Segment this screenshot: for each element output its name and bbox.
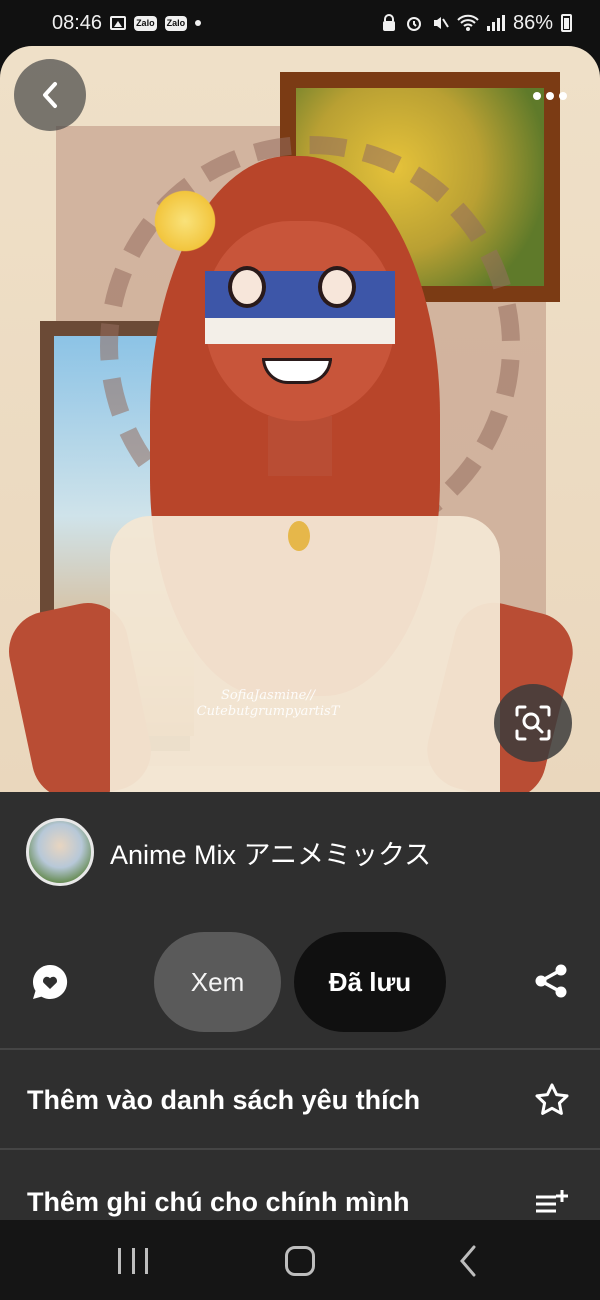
creator-name[interactable]: Anime Mix アニメミックス (110, 833, 431, 872)
creator-avatar[interactable] (26, 818, 94, 886)
artwork-eye-right (318, 266, 356, 308)
visual-search-icon (515, 705, 551, 741)
pin-image[interactable]: SofiaJasmine// CutebutgrumpyartisT (0, 46, 600, 792)
system-nav-bar (0, 1220, 600, 1300)
status-time: 08:46 (52, 11, 103, 34)
recent-bar-icon (131, 1248, 135, 1274)
add-note-label: Thêm ghi chú cho chính mình (27, 1186, 410, 1217)
chevron-left-icon (43, 82, 57, 108)
artwork-eye-left (228, 266, 266, 308)
artwork-flag-band-white (205, 318, 395, 344)
artist-watermark: SofiaJasmine// CutebutgrumpyartisT (168, 688, 368, 719)
artwork-pendant (288, 521, 310, 551)
comment-heart-icon (32, 964, 68, 999)
watermark-line-2: CutebutgrumpyartisT (196, 703, 340, 719)
battery-percent: 86% (512, 11, 553, 34)
share-button[interactable] (530, 960, 572, 1002)
more-dot-icon (533, 92, 541, 100)
more-dot-icon (559, 92, 567, 100)
zalo-notification-icon-2: Zalo (164, 15, 188, 31)
more-options-button[interactable] (518, 78, 582, 114)
action-bar: Xem Đã lưu (0, 932, 600, 1032)
mute-icon (433, 17, 449, 29)
visual-search-button[interactable] (494, 684, 572, 762)
divider (0, 1148, 600, 1150)
zalo-notification-icon: Zalo (134, 15, 157, 31)
home-button[interactable] (285, 1246, 315, 1276)
comment-button[interactable] (30, 962, 70, 1002)
favorite-list-row[interactable]: Thêm vào danh sách yêu thích (0, 1050, 600, 1150)
status-bar: 08:46 Zalo Zalo 86% (0, 0, 600, 46)
alarm-icon (406, 17, 421, 31)
star-icon (535, 1083, 569, 1115)
status-right: 86% (381, 12, 572, 35)
chevron-left-icon (460, 1245, 476, 1277)
watermark-line-1: SofiaJasmine// (220, 688, 316, 703)
back-button[interactable] (14, 59, 86, 131)
artwork-flower (150, 186, 220, 256)
lock-icon (382, 14, 395, 31)
recent-bar-icon (145, 1248, 148, 1274)
recent-bar-icon (118, 1248, 121, 1274)
more-notifications-dot-icon (195, 20, 202, 26)
more-dot-icon (546, 92, 554, 100)
pin-details-panel: Anime Mix アニメミックス Xem Đã lưu Thêm vào da… (0, 792, 600, 1220)
creator-row[interactable]: Anime Mix アニメミックス (26, 818, 431, 886)
artwork-neck (268, 416, 332, 476)
favorite-list-label: Thêm vào danh sách yêu thích (27, 1084, 421, 1115)
gallery-notification-icon (110, 16, 127, 30)
system-back-button[interactable] (456, 1244, 480, 1278)
share-icon (535, 964, 567, 998)
add-list-icon (536, 1190, 568, 1213)
artwork-shirt (110, 516, 500, 792)
signal-icon (486, 15, 505, 31)
saved-button[interactable]: Đã lưu (294, 932, 446, 1032)
recent-apps-button[interactable] (118, 1248, 148, 1274)
battery-icon (561, 14, 572, 32)
wifi-icon (457, 14, 479, 31)
status-left: 08:46 Zalo Zalo (52, 11, 202, 35)
view-button[interactable]: Xem (154, 932, 281, 1032)
